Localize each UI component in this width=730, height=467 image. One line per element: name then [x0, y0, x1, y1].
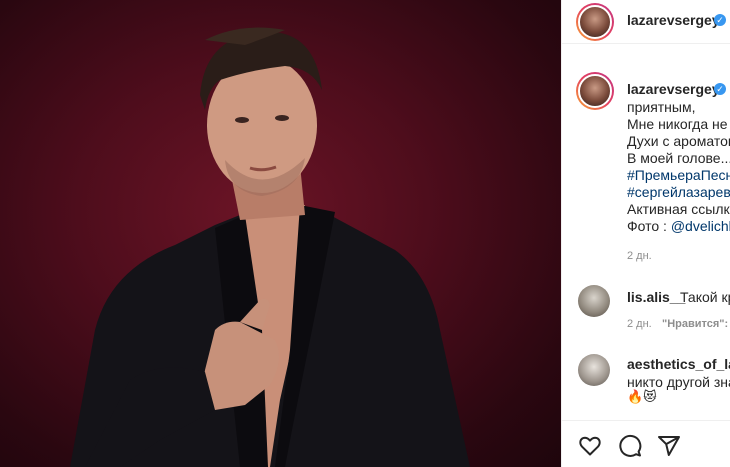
post-side-panel: lazarevsergey ✓ lazarevsergey ✓ приятным…: [561, 0, 730, 467]
hashtag-link[interactable]: #ПремьераПесн: [627, 167, 730, 184]
comment-username[interactable]: aesthetics_of_laz: [627, 356, 730, 372]
caption-username[interactable]: lazarevsergey: [627, 81, 720, 97]
caption-line: Духи с ароматом: [627, 133, 730, 149]
comment-avatar[interactable]: [578, 354, 610, 386]
heart-icon[interactable]: [578, 434, 602, 458]
comment-likes-label: "Нравится":: [662, 318, 729, 330]
caption-verified-badge-icon: ✓: [714, 83, 726, 95]
comment-avatar[interactable]: [578, 285, 610, 317]
comment-emoji: 🔥😻: [627, 389, 657, 404]
hashtag-link[interactable]: #сергейлазарев: [627, 184, 730, 201]
comment-icon[interactable]: [618, 434, 642, 458]
comment-text: Такой кр: [680, 289, 730, 305]
verified-badge-icon: ✓: [714, 14, 726, 26]
post-timestamp[interactable]: 2 дн.: [627, 250, 652, 262]
photo-credit-prefix: Фото :: [627, 218, 671, 234]
post-header: lazarevsergey ✓: [562, 0, 730, 44]
post-photo-illustration: [70, 27, 470, 467]
caption-author-avatar[interactable]: [576, 72, 614, 110]
photo-credit-handle-link[interactable]: @dvelichk: [671, 218, 730, 234]
photo-credit: Фото : @dvelichk: [627, 218, 730, 235]
share-icon[interactable]: [657, 434, 681, 458]
post-actions-bar: [562, 420, 730, 467]
header-username[interactable]: lazarevsergey: [627, 12, 720, 28]
comment-username[interactable]: lis.alis__: [627, 289, 685, 305]
post-photo[interactable]: [0, 0, 561, 467]
author-avatar[interactable]: [576, 3, 614, 41]
comment-timestamp[interactable]: 2 дн.: [627, 318, 652, 330]
caption-line: В моей голове...: [627, 150, 730, 166]
comment-text: никто другой зна: [627, 374, 730, 390]
caption-line: Мне никогда не: [627, 116, 728, 132]
comment-likes[interactable]: "Нравится":: [662, 318, 728, 330]
caption-line: приятным,: [627, 99, 696, 115]
caption-line: Активная ссылка: [627, 201, 730, 217]
